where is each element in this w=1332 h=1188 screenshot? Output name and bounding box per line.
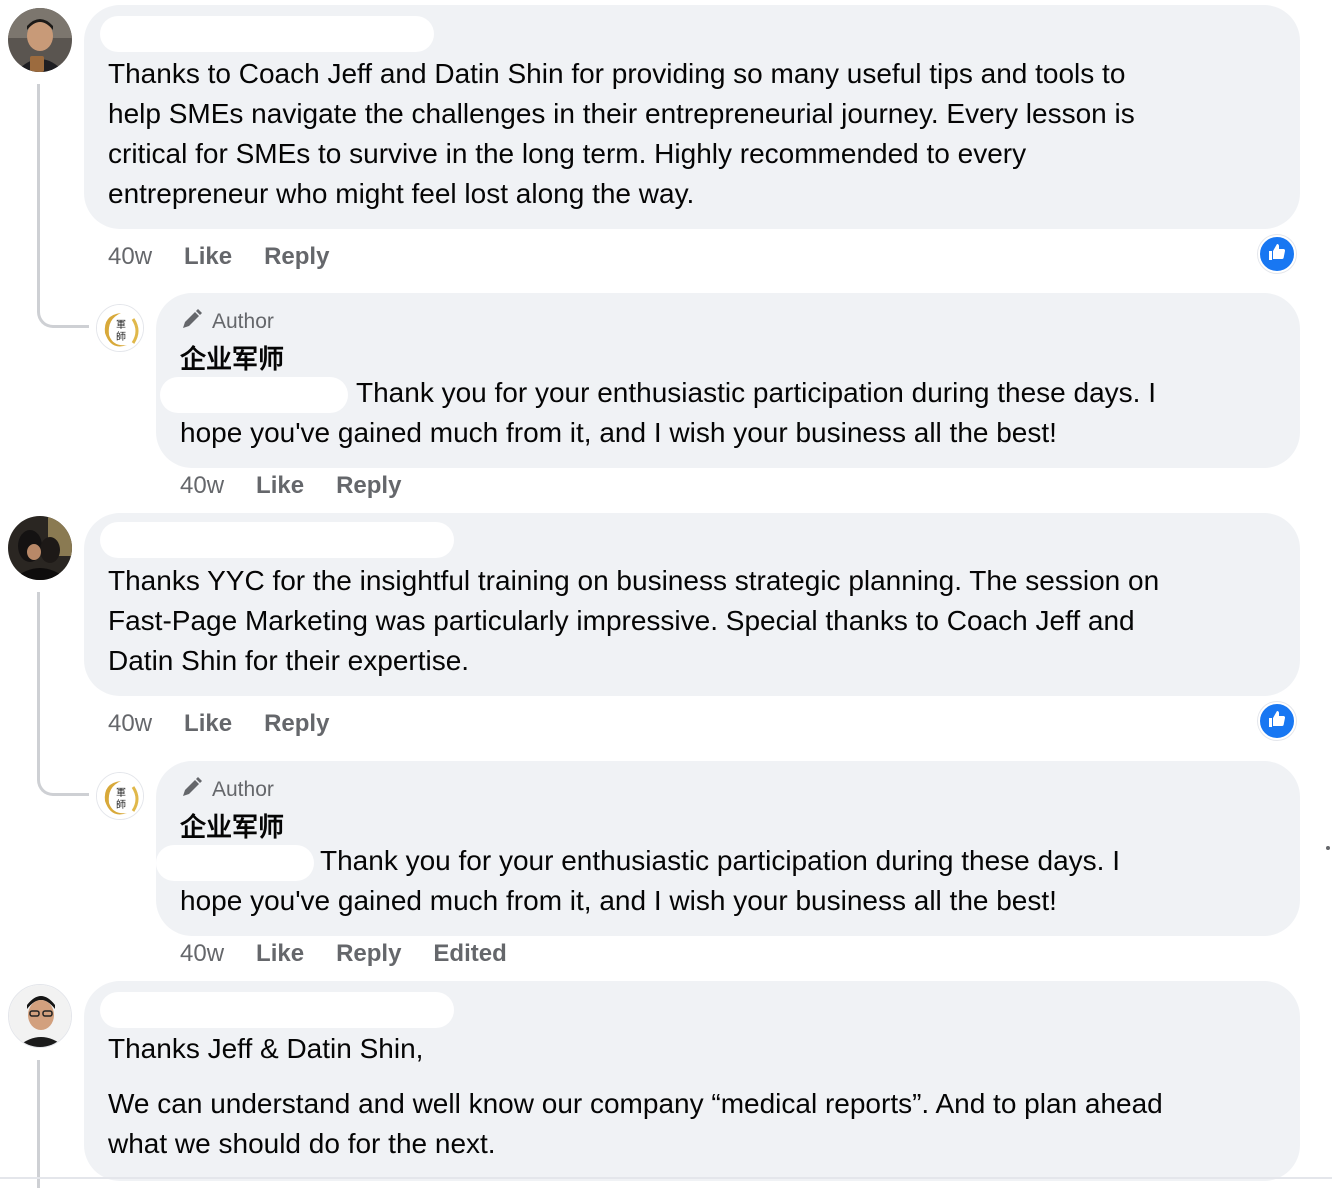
pencil-icon <box>180 775 204 805</box>
reply-text-line: hope you've gained much from it, and I w… <box>180 885 1057 916</box>
author-badge-label: Author <box>212 310 274 333</box>
thread-line <box>37 1060 40 1188</box>
reply-actions: 40w Like Reply Edited <box>180 940 507 968</box>
reaction-badge[interactable] <box>1258 702 1296 740</box>
mention-redacted[interactable] <box>156 845 314 881</box>
svg-text:軍: 軍 <box>116 787 126 799</box>
comment-timestamp[interactable]: 40w <box>108 710 152 738</box>
comment-actions: 40w Like Reply <box>108 243 329 271</box>
like-button[interactable]: Like <box>184 243 232 271</box>
commenter-name-redacted[interactable] <box>100 992 454 1028</box>
commenter-avatar[interactable] <box>8 516 72 580</box>
page-avatar[interactable]: 軍 師 <box>96 304 144 352</box>
commenter-name-redacted[interactable] <box>100 16 434 52</box>
divider <box>0 1177 1332 1179</box>
scroll-indicator <box>1326 846 1330 850</box>
comment-text-line: what we should do for the next. <box>108 1128 496 1159</box>
comment-timestamp[interactable]: 40w <box>108 243 152 271</box>
author-badge: Author <box>180 307 274 337</box>
commenter-name-redacted[interactable] <box>100 522 454 558</box>
page-name[interactable]: 企业军师 <box>180 339 284 376</box>
thread-connector <box>37 728 89 796</box>
reply-timestamp[interactable]: 40w <box>180 472 224 500</box>
page-name[interactable]: 企业军师 <box>180 807 284 844</box>
svg-text:師: 師 <box>116 798 126 811</box>
comment-text-line: We can understand and well know our comp… <box>108 1088 1163 1119</box>
comment-text-line: critical for SMEs to survive in the long… <box>108 138 1027 169</box>
comment-text-line: entrepreneur who might feel lost along t… <box>108 178 695 209</box>
comment-text-line: Thanks YYC for the insightful training o… <box>108 565 1160 596</box>
comment-text-line: Datin Shin for their expertise. <box>108 645 470 676</box>
reply-button[interactable]: Reply <box>264 243 329 271</box>
reply-timestamp[interactable]: 40w <box>180 940 224 968</box>
thread-line <box>37 592 40 732</box>
comment-actions: 40w Like Reply <box>108 710 329 738</box>
svg-text:師: 師 <box>116 330 126 343</box>
reaction-badge[interactable] <box>1258 235 1296 273</box>
reply-button[interactable]: Reply <box>336 940 401 968</box>
svg-text:軍: 軍 <box>116 319 126 331</box>
reply-text-line: Thank you for your enthusiastic particip… <box>320 845 1120 876</box>
thread-connector <box>37 260 89 328</box>
reply-button[interactable]: Reply <box>264 710 329 738</box>
reply-actions: 40w Like Reply <box>180 472 401 500</box>
comment-text-line: Thanks to Coach Jeff and Datin Shin for … <box>108 58 1126 89</box>
reply-text-line: hope you've gained much from it, and I w… <box>180 417 1057 448</box>
reply-button[interactable]: Reply <box>336 472 401 500</box>
comment-text-line: help SMEs navigate the challenges in the… <box>108 98 1135 129</box>
author-badge-label: Author <box>212 778 274 801</box>
like-button[interactable]: Like <box>256 472 304 500</box>
like-button[interactable]: Like <box>184 710 232 738</box>
comment-text-line: Fast-Page Marketing was particularly imp… <box>108 605 1135 636</box>
thumbs-up-icon <box>1267 709 1287 734</box>
pencil-icon <box>180 307 204 337</box>
thumbs-up-icon <box>1267 242 1287 267</box>
page-avatar[interactable]: 軍 師 <box>96 772 144 820</box>
author-badge: Author <box>180 775 274 805</box>
edited-label[interactable]: Edited <box>433 940 506 968</box>
commenter-avatar[interactable] <box>8 8 72 72</box>
commenter-avatar[interactable] <box>8 984 72 1048</box>
comment-thread: Thanks to Coach Jeff and Datin Shin for … <box>0 0 1332 1188</box>
reply-text-line: Thank you for your enthusiastic particip… <box>356 377 1156 408</box>
thread-line <box>37 84 40 264</box>
like-button[interactable]: Like <box>256 940 304 968</box>
mention-redacted[interactable] <box>160 377 348 413</box>
comment-text-line: Thanks Jeff & Datin Shin, <box>108 1033 424 1064</box>
